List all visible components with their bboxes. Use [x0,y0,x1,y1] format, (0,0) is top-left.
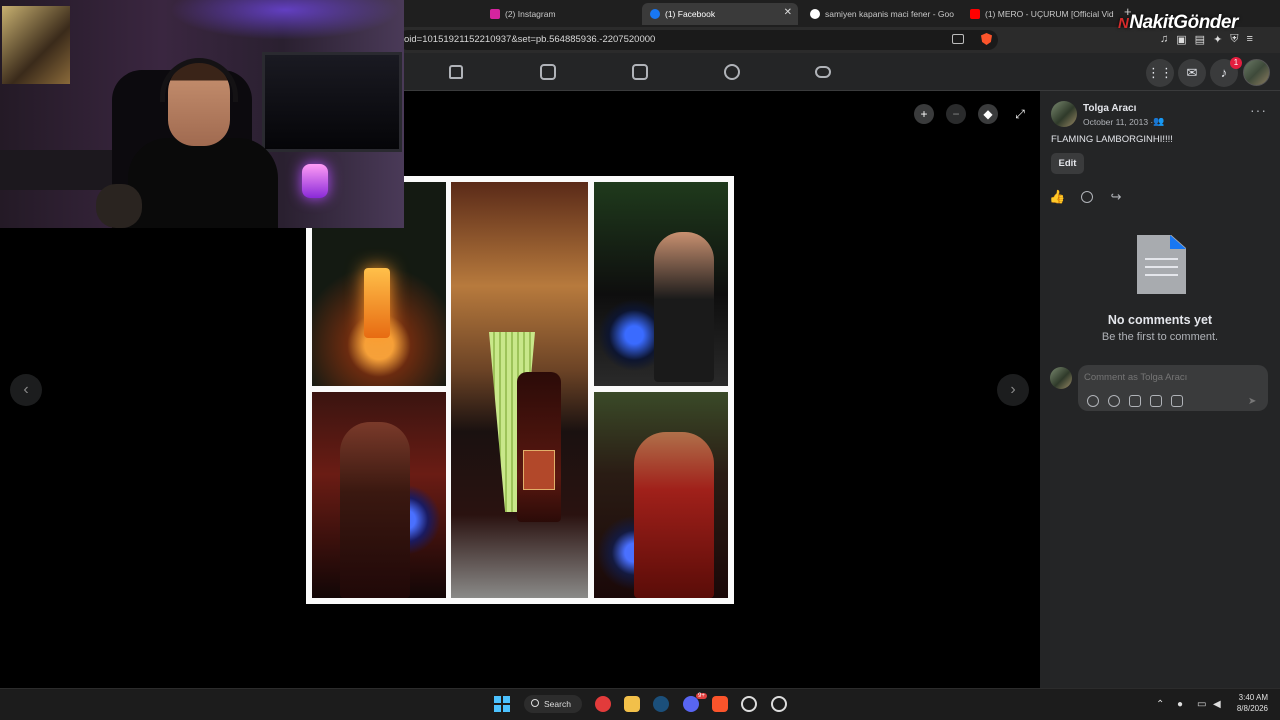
youtube-icon [970,9,980,19]
taskbar-clock[interactable]: 3:40 AM 8/8/2026 [1228,692,1268,714]
extensions-toolbar: ♫ ▣ ▤ ✦ ⛨ ≡ [1160,33,1253,46]
home-icon[interactable] [449,65,463,79]
no-comments-title: No comments yet [1107,313,1213,327]
camera-icon[interactable] [1129,395,1141,407]
author-name[interactable]: Tolga Aracı [1083,103,1136,114]
url-field[interactable]: oid=10151921152210937&set=pb.564885936.-… [398,30,998,50]
like-icon[interactable]: 👍 [1049,189,1065,205]
windows-taskbar [0,688,1280,720]
windows-start-icon[interactable] [494,696,510,712]
taskbar-search[interactable]: Search [524,695,582,713]
fullscreen-icon[interactable]: ⤢ [1010,104,1030,124]
edit-button[interactable]: Edit [1051,153,1084,174]
share-icon[interactable]: ↪ [1108,189,1124,205]
tab-facebook[interactable]: (1) Facebook ✕ [642,3,798,25]
headset [160,58,238,102]
vpn-icon[interactable]: ⛨ [1230,33,1238,46]
post-caption: FLAMING LAMBORGINHI!!!! [1051,134,1173,145]
gaming-icon[interactable] [815,66,831,78]
sidebar-icon[interactable]: ▣ [1176,33,1186,46]
display-icon[interactable]: ▭ [1197,699,1206,710]
obs-icon[interactable] [741,696,757,712]
tag-icon[interactable]: ◆ [978,104,998,124]
tab-google-search[interactable]: samiyen kapanis maci fener - Goog [802,3,954,25]
music-icon[interactable]: ♫ [1160,33,1168,46]
tab-label: (2) Instagram [505,9,556,19]
tab-instagram[interactable]: (2) Instagram [482,3,634,25]
wallet-icon[interactable]: ▤ [1195,33,1205,46]
post-date[interactable]: October 11, 2013 · [1083,117,1153,127]
emoji-icon[interactable] [1108,395,1120,407]
commenter-avatar [1050,367,1072,389]
no-comments-subtitle: Be the first to comment. [1101,331,1219,343]
avatar-sticker-icon[interactable] [1087,395,1099,407]
zoom-out-button[interactable]: − [946,104,966,124]
tab-label: (1) MERO - UÇURUM [Official Video [985,9,1114,19]
tab-label: samiyen kapanis maci fener - Goog [825,9,954,19]
google-icon [810,9,820,19]
collage-photo-bottle [451,182,588,598]
menu-grid-icon[interactable]: ⋮⋮ [1146,59,1174,87]
file-explorer-icon[interactable] [624,696,640,712]
zoom-in-button[interactable]: + [914,104,934,124]
send-icon[interactable]: ➤ [1248,396,1256,407]
microphone-icon[interactable]: ● [1177,699,1183,710]
photo-collage [306,176,734,604]
instagram-icon [490,9,500,19]
chevron-up-icon[interactable]: ⌃ [1156,699,1164,710]
search-icon [531,699,539,707]
friends-audience-icon[interactable]: 👥 [1153,116,1164,127]
comment-input[interactable] [1084,372,1254,383]
collage-photo-man-flame [312,392,446,598]
profile-avatar[interactable] [1243,59,1270,86]
messenger-icon[interactable]: ✉ [1178,59,1206,87]
previous-photo-button[interactable]: ‹ [10,374,42,406]
discord-badge: 9+ [696,693,707,699]
collage-photo-man-drinking [594,182,728,386]
gif-icon[interactable] [1150,395,1162,407]
tab-youtube[interactable]: (1) MERO - UÇURUM [Official Video [962,3,1114,25]
speaker-icon[interactable]: ◀ [1213,699,1221,710]
cast-icon[interactable] [952,34,964,44]
collage-photo-man-red-shirt [594,392,728,598]
microphone [302,164,328,198]
sticker-icon[interactable] [1171,395,1183,407]
sparkle-icon[interactable]: ✦ [1213,33,1222,46]
tab-label: (1) Facebook [665,9,716,19]
wall-poster [2,6,70,84]
menu-icon[interactable]: ≡ [1247,33,1253,46]
facebook-icon [650,9,660,19]
settings-gear-icon[interactable] [771,696,787,712]
next-photo-button[interactable]: › [997,374,1029,406]
groups-icon[interactable] [724,64,740,80]
streamer-webcam-overlay [0,0,404,228]
video-icon[interactable] [540,64,556,80]
close-icon[interactable]: ✕ [784,7,792,18]
comment-icon[interactable] [1079,189,1095,205]
author-avatar[interactable] [1051,101,1077,127]
brave-icon[interactable] [712,696,728,712]
opera-gx-icon[interactable] [595,696,611,712]
steam-icon[interactable] [653,696,669,712]
marketplace-icon[interactable] [632,64,648,80]
more-options-button[interactable]: ··· [1250,103,1267,117]
stream-sponsor-logo: NNakitGönder [1118,12,1238,33]
notification-badge: 1 [1230,57,1242,69]
